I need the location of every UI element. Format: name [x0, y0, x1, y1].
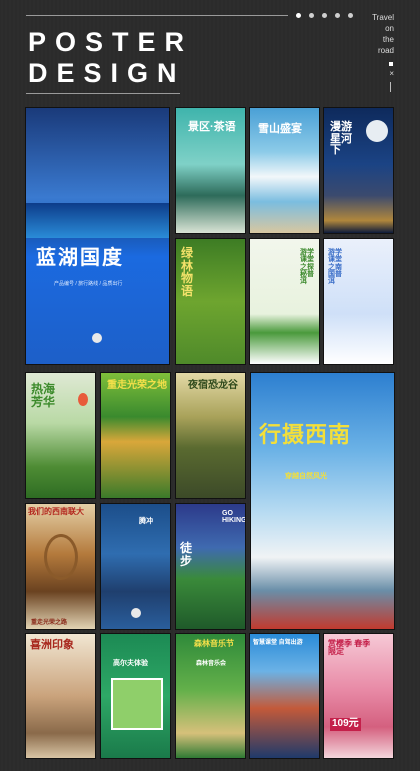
poster-cherry-blossom[interactable]: 赏樱季 春季限定 109元 [323, 633, 394, 759]
poster-old-street[interactable]: 喜洲印象 [25, 633, 96, 759]
side-caption: Travel on the road [372, 13, 394, 55]
poster-hiking-travel[interactable]: 行摄西南 穿越自然风光 [250, 372, 395, 630]
poster-golf[interactable]: 高尔夫体验 [100, 633, 171, 759]
close-icon[interactable]: × [389, 69, 394, 78]
poster-dinosaur-valley[interactable]: 夜宿恐龙谷 [175, 372, 246, 499]
header-bottom-rule [26, 93, 180, 94]
carousel-dot-2[interactable] [309, 13, 314, 18]
poster-hot-air-balloon[interactable]: 热海芳华 [25, 372, 96, 499]
poster-night-sky[interactable]: 漫游星河下 [323, 107, 394, 234]
poster-temple[interactable]: 腾冲 [100, 503, 171, 630]
poster-old-building[interactable]: 我们的西南联大 重走光荣之路 [25, 503, 96, 630]
poster-forest-music[interactable]: 森林音乐节 森林音乐会 [175, 633, 246, 759]
qr-icon [92, 333, 102, 343]
carousel-dots[interactable] [296, 13, 353, 18]
qr-icon [131, 608, 141, 618]
poster-green-forest[interactable]: 绿林物语 [175, 238, 246, 365]
poster-snow-mountain[interactable]: 雪山盛宴 [249, 107, 320, 234]
carousel-dot-1[interactable] [296, 13, 301, 18]
poster-teahouse[interactable]: 景区·茶语 [175, 107, 246, 234]
title-line-2: DESIGN [28, 58, 186, 88]
poster-study-tour-2[interactable]: 游学课堂之南国普洱 [323, 238, 394, 365]
carousel-dot-3[interactable] [322, 13, 327, 18]
carousel-dot-5[interactable] [348, 13, 353, 18]
poster-go-hiking[interactable]: 徒步 GO HIKING [175, 503, 246, 630]
poster-study-tour[interactable]: 游学课堂之探秘普洱 [249, 238, 320, 365]
poster-team-travel[interactable]: 智慧课堂 自驾出游 [249, 633, 320, 759]
poster-yellow-wall[interactable]: 重走光荣之地 [100, 372, 171, 499]
poster-blue-lake[interactable]: 蓝湖国度 产品编号 / 旅行路线 / 品质出行 [25, 107, 170, 365]
side-divider [390, 82, 391, 92]
title-line-1: POSTER [28, 27, 194, 57]
square-icon [389, 62, 393, 66]
carousel-dot-4[interactable] [335, 13, 340, 18]
header-top-rule [26, 15, 288, 16]
